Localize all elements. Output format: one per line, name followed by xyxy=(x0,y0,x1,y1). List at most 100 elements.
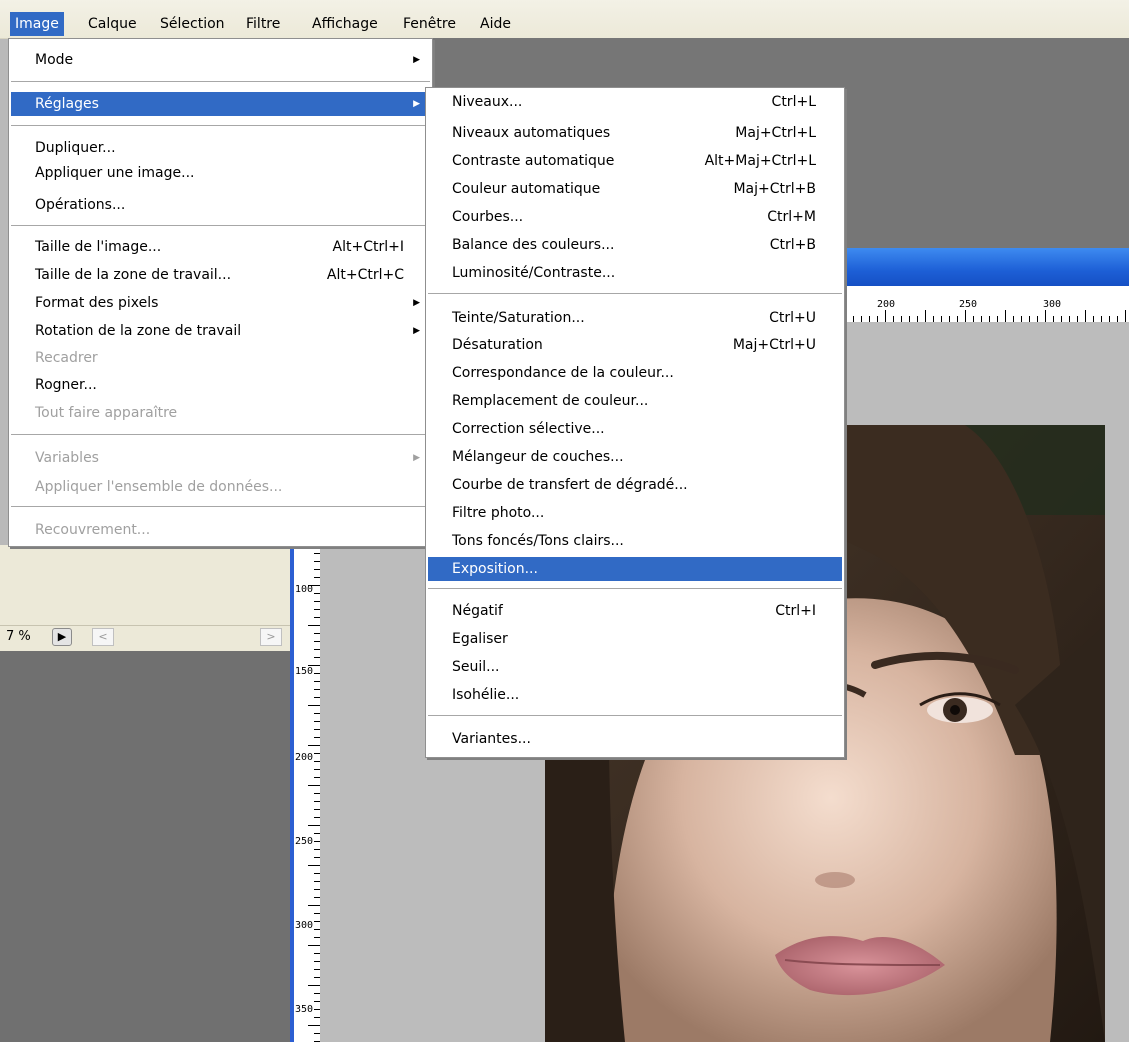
scroll-right-arrow-icon[interactable]: > xyxy=(260,628,282,646)
ruler-tick xyxy=(314,793,320,794)
menu-affichage[interactable]: Affichage xyxy=(307,12,383,36)
ruler-tick xyxy=(314,601,320,602)
image-menu: Mode ▶ Réglages ▶ Dupliquer... Appliquer… xyxy=(8,38,433,547)
menu-selection[interactable]: Sélection xyxy=(155,12,230,36)
menu-item-label: Teinte/Saturation... xyxy=(452,310,585,326)
menu-item-label: Correction sélective... xyxy=(452,421,605,437)
ruler-tick xyxy=(845,310,846,322)
menu-item-variantes[interactable]: Variantes... xyxy=(428,727,842,751)
menu-item-variables[interactable]: Variables ▶ xyxy=(11,446,430,470)
menu-item-shortcut: Ctrl+U xyxy=(769,310,816,326)
menu-item-appliquer-image[interactable]: Appliquer une image... xyxy=(11,161,430,185)
menu-separator xyxy=(428,715,842,716)
menu-item-luminosite[interactable]: Luminosité/Contraste... xyxy=(428,261,842,285)
ruler-v-label: 350 xyxy=(295,1004,314,1015)
ruler-tick xyxy=(1085,310,1086,322)
menu-item-label: Niveaux... xyxy=(452,94,523,110)
ruler-tick xyxy=(314,689,320,690)
menu-item-couleur-auto[interactable]: Couleur automatique Maj+Ctrl+B xyxy=(428,177,842,201)
ruler-tick xyxy=(314,1009,320,1010)
menu-calque[interactable]: Calque xyxy=(83,12,142,36)
ruler-tick xyxy=(308,625,320,626)
ruler-tick xyxy=(314,697,320,698)
menu-item-exposition[interactable]: Exposition... xyxy=(428,557,842,581)
ruler-tick xyxy=(314,849,320,850)
menu-item-negatif[interactable]: Négatif Ctrl+I xyxy=(428,599,842,623)
menu-item-format-pixels[interactable]: Format des pixels ▶ xyxy=(11,291,430,315)
submenu-arrow-icon: ▶ xyxy=(413,298,420,308)
ruler-tick xyxy=(314,1001,320,1002)
ruler-tick xyxy=(314,913,320,914)
menubar: Image Calque Sélection Filtre Affichage … xyxy=(0,0,1129,39)
scroll-left-arrow-icon[interactable]: < xyxy=(92,628,114,646)
menu-item-shortcut: Ctrl+L xyxy=(771,94,816,110)
menu-item-operations[interactable]: Opérations... xyxy=(11,193,430,217)
menu-item-courbes[interactable]: Courbes... Ctrl+M xyxy=(428,205,842,229)
menu-separator xyxy=(428,293,842,294)
menu-item-taille-zone[interactable]: Taille de la zone de travail... Alt+Ctrl… xyxy=(11,263,430,287)
left-workspace-area xyxy=(0,651,290,1042)
ruler-tick xyxy=(314,577,320,578)
menu-fenetre[interactable]: Fenêtre xyxy=(398,12,461,36)
menu-item-rogner[interactable]: Rogner... xyxy=(11,373,430,397)
ruler-tick xyxy=(314,873,320,874)
ruler-tick xyxy=(314,937,320,938)
menu-item-dupliquer[interactable]: Dupliquer... xyxy=(11,136,430,160)
menu-aide[interactable]: Aide xyxy=(475,12,516,36)
menu-item-remplacement[interactable]: Remplacement de couleur... xyxy=(428,389,842,413)
horizontal-ruler[interactable]: 200 250 300 xyxy=(845,286,1129,323)
menu-item-taille-image[interactable]: Taille de l'image... Alt+Ctrl+I xyxy=(11,235,430,259)
ruler-tick xyxy=(314,833,320,834)
submenu-arrow-icon: ▶ xyxy=(413,453,420,463)
menu-item-balance[interactable]: Balance des couleurs... Ctrl+B xyxy=(428,233,842,257)
menu-item-tout-faire-apparaitre[interactable]: Tout faire apparaître xyxy=(11,401,430,425)
menu-item-rotation[interactable]: Rotation de la zone de travail ▶ xyxy=(11,319,430,343)
menu-item-shortcut: Ctrl+M xyxy=(767,209,816,225)
ruler-tick xyxy=(1125,310,1126,322)
menu-item-recadrer[interactable]: Recadrer xyxy=(11,346,430,370)
menu-item-teinte[interactable]: Teinte/Saturation... Ctrl+U xyxy=(428,306,842,330)
menu-filtre[interactable]: Filtre xyxy=(241,12,285,36)
ruler-h-label: 300 xyxy=(1043,299,1062,310)
menu-item-desaturation[interactable]: Désaturation Maj+Ctrl+U xyxy=(428,333,842,357)
menu-item-label: Seuil... xyxy=(452,659,500,675)
menu-item-niveaux[interactable]: Niveaux... Ctrl+L xyxy=(428,90,842,114)
menu-separator xyxy=(11,225,430,226)
ruler-tick xyxy=(1045,310,1046,322)
menu-item-label: Courbes... xyxy=(452,209,524,225)
menu-item-contraste-auto[interactable]: Contraste automatique Alt+Maj+Ctrl+L xyxy=(428,149,842,173)
ruler-tick xyxy=(314,561,320,562)
ruler-tick xyxy=(314,673,320,674)
menu-item-label: Opérations... xyxy=(35,197,126,213)
ruler-tick xyxy=(314,897,320,898)
menu-item-isohelie[interactable]: Isohélie... xyxy=(428,683,842,707)
menu-image[interactable]: Image xyxy=(10,12,64,36)
menu-item-reglages[interactable]: Réglages ▶ xyxy=(11,92,430,116)
document-title-bar[interactable] xyxy=(845,248,1129,286)
menu-item-niveaux-auto[interactable]: Niveaux automatiques Maj+Ctrl+L xyxy=(428,121,842,145)
menu-item-filtre-photo[interactable]: Filtre photo... xyxy=(428,501,842,525)
menu-item-label: Couleur automatique xyxy=(452,181,601,197)
vertical-ruler[interactable]: 100 150 200 250 300 350 xyxy=(290,545,320,1042)
menu-item-seuil[interactable]: Seuil... xyxy=(428,655,842,679)
menu-item-shortcut: Maj+Ctrl+U xyxy=(732,337,816,353)
menu-item-shortcut: Alt+Maj+Ctrl+L xyxy=(704,153,816,169)
menu-item-egaliser[interactable]: Egaliser xyxy=(428,627,842,651)
menu-item-mode[interactable]: Mode ▶ xyxy=(11,48,430,72)
menu-item-correspondance[interactable]: Correspondance de la couleur... xyxy=(428,361,842,385)
menu-item-tons[interactable]: Tons foncés/Tons clairs... xyxy=(428,529,842,553)
menu-item-appliquer-ensemble[interactable]: Appliquer l'ensemble de données... xyxy=(11,475,430,499)
ruler-tick xyxy=(314,617,320,618)
zoom-level[interactable]: 7 % xyxy=(6,629,31,644)
menu-item-label: Egaliser xyxy=(452,631,508,647)
ruler-tick xyxy=(314,721,320,722)
ruler-tick xyxy=(314,649,320,650)
menu-item-melangeur[interactable]: Mélangeur de couches... xyxy=(428,445,842,469)
ruler-v-label: 150 xyxy=(295,666,314,677)
menu-item-courbe-transfert[interactable]: Courbe de transfert de dégradé... xyxy=(428,473,842,497)
menu-item-correction[interactable]: Correction sélective... xyxy=(428,417,842,441)
ruler-tick xyxy=(1005,310,1006,322)
status-info-icon[interactable]: ▶ xyxy=(52,628,72,646)
ruler-tick xyxy=(314,921,320,922)
menu-item-recouvrement[interactable]: Recouvrement... xyxy=(11,518,430,542)
